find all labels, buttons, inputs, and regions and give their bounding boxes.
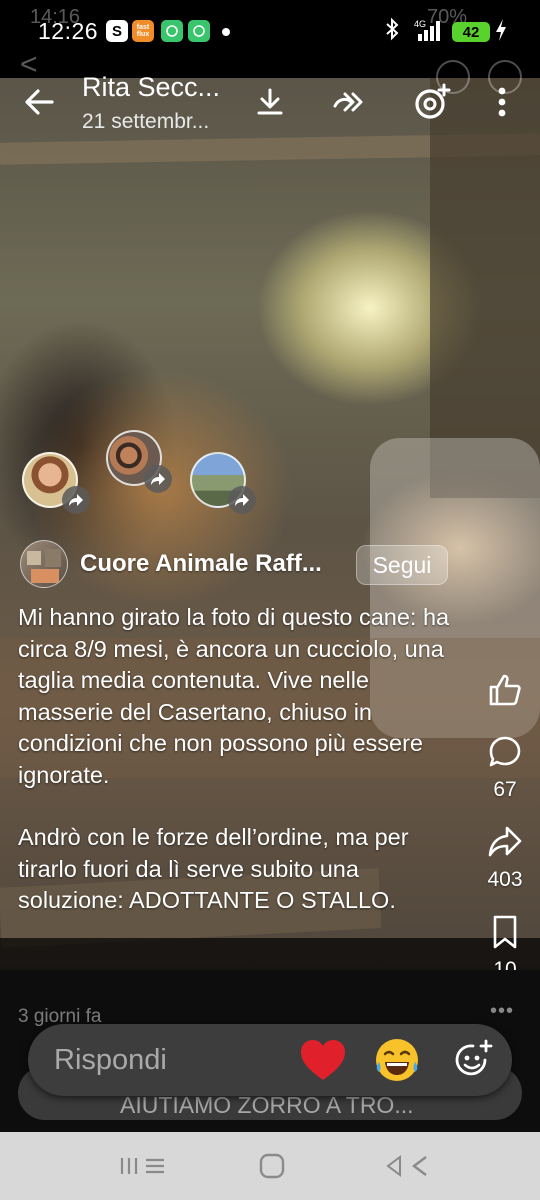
- whatsapp-business-icon: [188, 20, 210, 42]
- share-badge-icon: [144, 465, 172, 493]
- home-icon: [259, 1153, 285, 1179]
- add-reaction-button[interactable]: [410, 80, 454, 124]
- flux-app-icon: fast flux: [132, 20, 154, 42]
- post-caption: Mi hanno girato la foto di questo cane: …: [18, 602, 458, 948]
- add-camera-icon: [415, 83, 451, 119]
- add-emoji-icon: [455, 1039, 493, 1076]
- add-emoji-button[interactable]: [448, 1036, 498, 1084]
- forward-button[interactable]: [328, 80, 372, 124]
- comment-button[interactable]: 67: [478, 732, 532, 802]
- status-time: 12:26: [38, 18, 99, 44]
- share-badge-icon: [228, 486, 256, 514]
- share-arrow-icon: [488, 826, 522, 857]
- more-menu-button[interactable]: [480, 80, 524, 124]
- back-arrow-icon[interactable]: [22, 84, 58, 120]
- share-badge-icon: [62, 486, 90, 514]
- heart-reaction-button[interactable]: [298, 1036, 348, 1084]
- share-button[interactable]: 403: [478, 822, 532, 892]
- home-button[interactable]: [232, 1132, 312, 1200]
- s-app-icon: S: [106, 20, 128, 42]
- caption-paragraph: Andrò con le forze dell’ordine, ma per t…: [18, 824, 409, 913]
- laughing-emoji-icon: [376, 1039, 418, 1081]
- whatsapp-icon: [161, 20, 183, 42]
- follow-button[interactable]: Segui: [356, 545, 448, 585]
- recent-apps-icon: [120, 1158, 164, 1174]
- download-icon: [257, 88, 283, 115]
- comment-count: 67: [493, 778, 517, 801]
- system-nav-bar: [0, 1132, 540, 1200]
- story-header: Rita Secc... 21 settembr...: [0, 64, 540, 150]
- status-bar: 14:16 70% 12:26 S fast flux 4G 42: [0, 0, 540, 64]
- notification-dot-icon: [222, 28, 230, 36]
- bluetooth-icon: [384, 17, 400, 47]
- more-vertical-icon: [498, 87, 506, 117]
- caption-paragraph: Mi hanno girato la foto di questo cane: …: [18, 604, 450, 788]
- next-story-title: AIUTIAMO ZORRO A TRO...: [120, 1092, 414, 1118]
- bookmark-icon: [493, 915, 517, 949]
- signal-icon: 4G: [412, 18, 446, 47]
- recent-apps-button[interactable]: [100, 1132, 180, 1200]
- share-count: 403: [487, 868, 523, 891]
- page-title: Rita Secc...: [82, 72, 221, 102]
- back-nav-button[interactable]: [368, 1132, 448, 1200]
- network-label: 4G: [414, 19, 426, 29]
- forward-icon: [333, 92, 363, 112]
- back-nav-icon: [386, 1155, 427, 1177]
- like-button[interactable]: [478, 670, 532, 710]
- thumbs-up-icon: [489, 674, 521, 706]
- heart-icon: [301, 1040, 345, 1080]
- more-options-icon[interactable]: •••: [490, 1000, 514, 1023]
- charging-bolt-icon: [494, 18, 508, 48]
- author-name[interactable]: Cuore Animale Raff...: [80, 550, 322, 578]
- author-avatar[interactable]: [20, 540, 68, 588]
- post-date: 21 settembr...: [82, 110, 210, 133]
- laugh-reaction-button[interactable]: [372, 1036, 422, 1084]
- reply-input[interactable]: [54, 1040, 284, 1080]
- comment-icon: [489, 736, 521, 767]
- battery-indicator: 42: [452, 22, 490, 42]
- download-button[interactable]: [248, 80, 292, 124]
